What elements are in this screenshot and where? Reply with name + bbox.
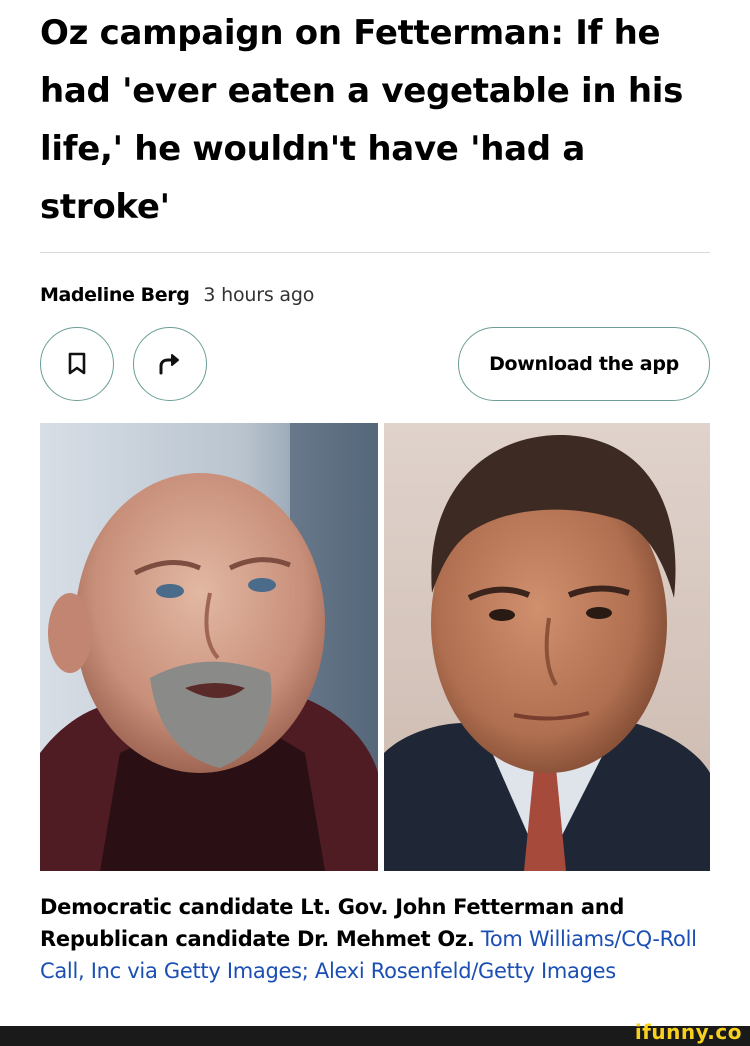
share-button[interactable] — [133, 327, 207, 401]
author-name[interactable]: Madeline Berg — [40, 284, 190, 306]
save-button[interactable] — [40, 327, 114, 401]
photo-caption: Democratic candidate Lt. Gov. John Fette… — [40, 891, 720, 987]
article-headline: Oz campaign on Fetterman: If he had 'eve… — [40, 13, 684, 227]
share-arrow-icon — [159, 354, 179, 375]
byline: Madeline Berg 3 hours ago — [40, 280, 314, 310]
download-app-button[interactable]: Download the app — [458, 327, 710, 401]
ifunny-watermark: ifunny.co — [634, 1020, 742, 1044]
publish-time: 3 hours ago — [203, 284, 315, 306]
divider — [40, 252, 710, 253]
photo-fetterman — [40, 423, 378, 871]
bookmark-icon — [68, 352, 86, 375]
photo-oz — [384, 423, 710, 871]
